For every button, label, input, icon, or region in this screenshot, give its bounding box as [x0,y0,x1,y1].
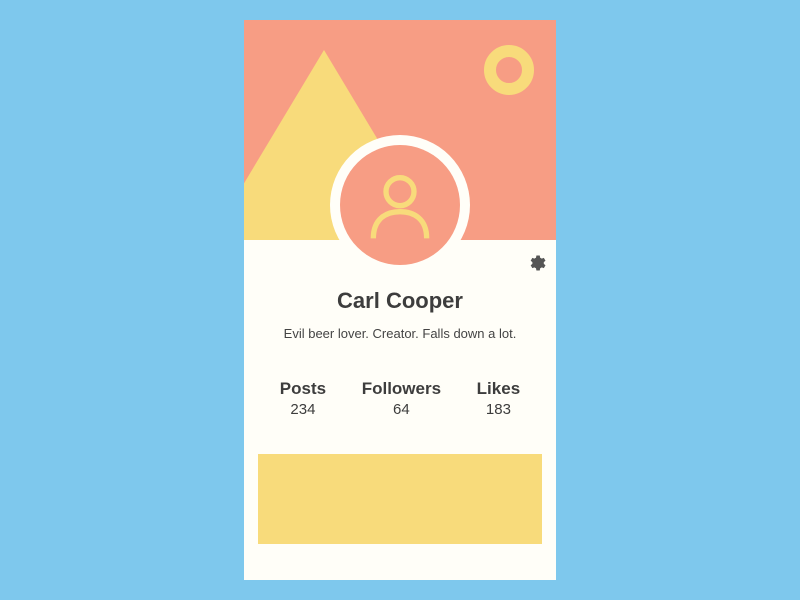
stat-likes[interactable]: Likes 183 [477,379,520,418]
profile-bio: Evil beer lover. Creator. Falls down a l… [244,326,556,341]
stats-row: Posts 234 Followers 64 Likes 183 [244,379,556,418]
stat-posts[interactable]: Posts 234 [280,379,326,418]
stat-followers-value: 64 [362,401,441,418]
settings-button[interactable] [526,253,546,273]
sun-icon [484,45,534,95]
gear-icon [526,253,546,273]
stat-likes-value: 183 [477,401,520,418]
stat-followers[interactable]: Followers 64 [362,379,441,418]
post-thumbnails [244,454,556,544]
person-icon [360,165,440,245]
profile-name: Carl Cooper [244,288,556,314]
stat-posts-label: Posts [280,379,326,399]
profile-card: Carl Cooper Evil beer lover. Creator. Fa… [244,20,556,580]
avatar[interactable] [330,135,470,275]
post-thumbnail[interactable] [258,454,542,544]
avatar-inner [340,145,460,265]
stat-likes-label: Likes [477,379,520,399]
stat-followers-label: Followers [362,379,441,399]
stat-posts-value: 234 [280,401,326,418]
